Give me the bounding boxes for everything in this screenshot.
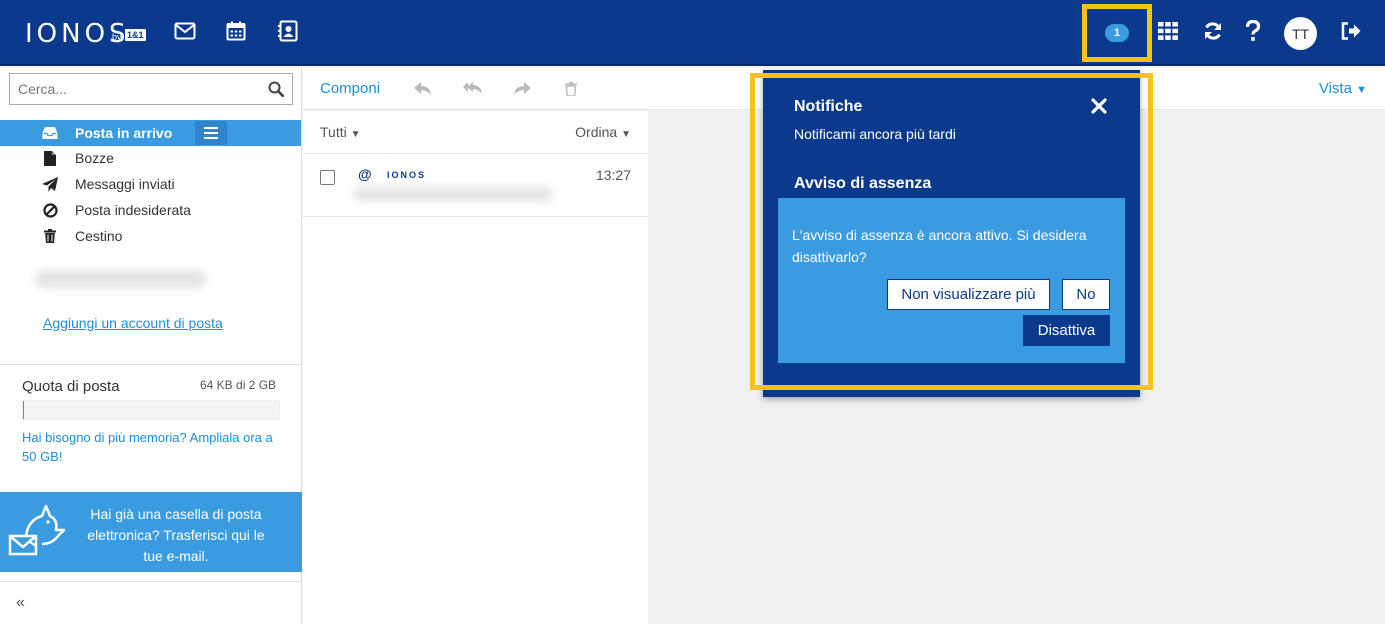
filter-dropdown[interactable]: Tutti ▼ [320,124,361,140]
remind-later-link[interactable]: Notificami ancora più tardi [794,126,956,142]
folder-inbox[interactable]: Posta in arrivo [0,120,301,146]
message-time: 13:27 [595,167,631,183]
caret-down-icon: ▼ [350,129,361,140]
view-menu-button[interactable]: Vista ▼ [1319,80,1367,97]
notification-subtitle: Avviso di assenza [794,175,932,192]
blurred-message-subject [353,187,553,201]
caret-down-icon: ▼ [1356,84,1367,96]
quota-progress-bar [22,400,280,420]
trash-icon [42,228,58,244]
folder-drafts[interactable]: Bozze [0,145,301,171]
collapse-sidebar-button[interactable]: « [16,594,25,612]
folder-label: Cestino [75,228,123,244]
forward-icon[interactable] [512,79,532,99]
folder-label: Bozze [75,150,114,166]
close-icon[interactable] [1091,98,1109,116]
disable-button[interactable]: Disattiva [1023,315,1110,346]
reply-all-icon[interactable] [463,79,483,99]
sidebar: Posta in arrivo Bozze Messaggi inviati P… [0,68,302,624]
add-account-link[interactable]: Aggiungi un account di posta [43,315,223,331]
apps-grid-icon[interactable] [1155,18,1181,44]
search-icon[interactable] [268,81,285,100]
ban-icon [42,202,58,218]
search-box [9,73,293,105]
folder-sent[interactable]: Messaggi inviati [0,171,301,197]
folder-label: Posta in arrivo [75,125,173,141]
notifications-title: Notifiche [794,98,863,115]
calendar-icon[interactable] [223,18,249,44]
import-mail-text: Hai già una casella di posta elettronica… [87,506,265,564]
sort-dropdown[interactable]: Ordina ▼ [575,124,631,140]
quota-title: Quota di posta [22,378,120,395]
user-avatar[interactable]: TT [1284,17,1317,50]
bird-envelope-icon [6,502,68,565]
mail-icon[interactable] [172,18,198,44]
dont-show-again-button[interactable]: Non visualizzare più [887,279,1050,310]
delete-icon[interactable] [561,79,581,99]
notifications-panel: Notifiche Notificami ancora più tardi Av… [763,70,1140,397]
view-label: Vista [1318,80,1352,97]
notification-message: L'avviso di assenza è ancora attivo. Si … [792,227,1087,265]
filter-label: Tutti [320,124,347,140]
paper-plane-icon [42,176,58,192]
inbox-icon [42,125,58,141]
brand-1and1: 1&1 [125,29,146,41]
sort-label: Ordina [575,124,618,140]
folder-menu-button[interactable] [195,121,227,145]
message-sender: IONOS [387,170,427,180]
blurred-account-name [35,270,207,288]
top-bar: IONOS by 1&1 1 TT [0,0,1385,66]
brand-by: by [112,32,122,42]
sender-logo-icon: @ [358,166,372,182]
message-row[interactable]: @ IONOS 13:27 [303,154,648,217]
message-list: Tutti ▼ Ordina ▼ @ IONOS 13:27 [303,111,648,624]
folder-label: Messaggi inviati [75,176,175,192]
compose-button[interactable]: Componi [320,80,380,97]
reply-icon[interactable] [413,79,433,99]
folder-label: Posta indesiderata [75,202,191,218]
message-list-header: Tutti ▼ Ordina ▼ [303,111,648,154]
notification-count-badge: 1 [1105,24,1129,42]
message-checkbox[interactable] [320,170,335,185]
notifications-button[interactable]: 1 [1082,4,1152,62]
notification-card: L'avviso di assenza è ancora attivo. Si … [778,198,1125,363]
logout-icon[interactable] [1338,18,1364,44]
help-icon[interactable] [1240,18,1266,44]
quota-value: 64 KB di 2 GB [200,378,277,392]
search-input[interactable] [10,74,250,104]
contacts-icon[interactable] [275,18,301,44]
file-icon [42,150,58,166]
upgrade-storage-link[interactable]: Hai bisogno di più memoria? Ampliala ora… [22,428,282,466]
folder-spam[interactable]: Posta indesiderata [0,197,301,223]
folder-trash[interactable]: Cestino [0,223,301,249]
divider [0,364,302,365]
no-button[interactable]: No [1062,279,1110,310]
divider [0,581,302,582]
import-mail-banner[interactable]: Hai già una casella di posta elettronica… [0,492,302,572]
caret-down-icon: ▼ [621,129,631,140]
refresh-icon[interactable] [1200,18,1226,44]
